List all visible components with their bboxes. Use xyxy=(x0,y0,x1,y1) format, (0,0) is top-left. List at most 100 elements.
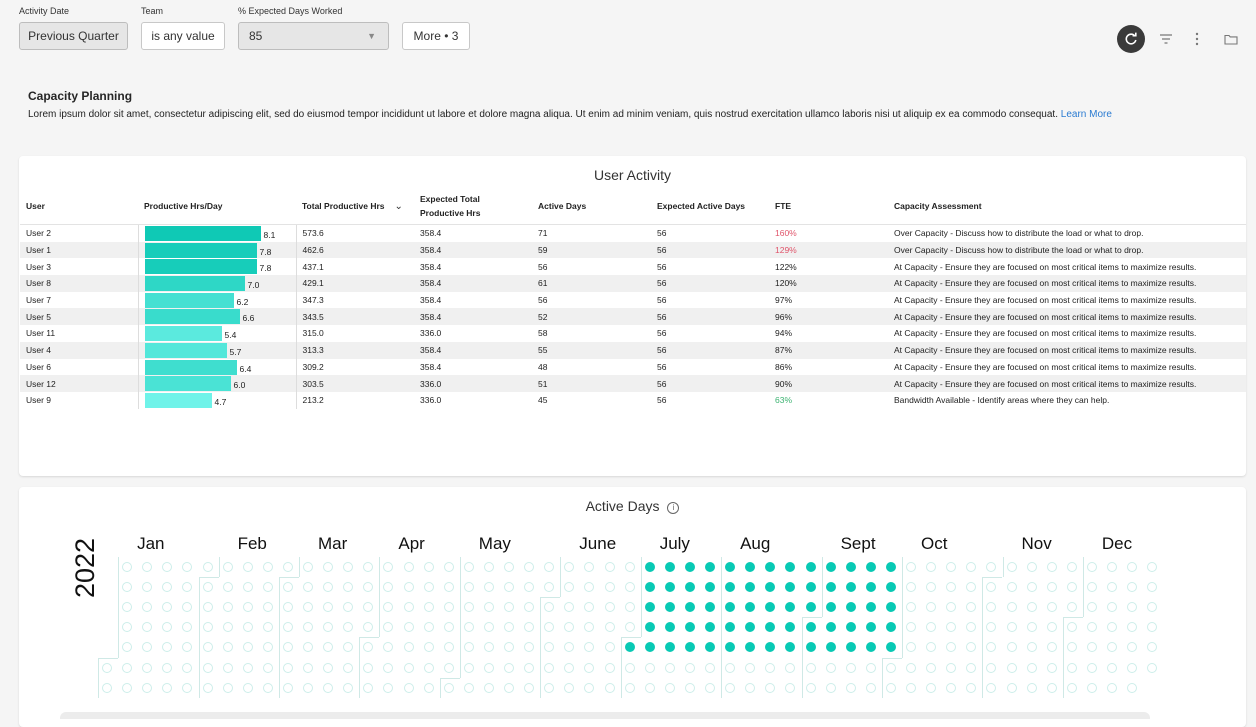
inactive-day-cell[interactable] xyxy=(1046,562,1057,572)
active-day-cell[interactable] xyxy=(825,562,836,572)
inactive-day-cell[interactable] xyxy=(423,622,434,633)
inactive-day-cell[interactable] xyxy=(544,662,555,673)
inactive-day-cell[interactable] xyxy=(684,662,695,673)
inactive-day-cell[interactable] xyxy=(122,682,133,693)
inactive-day-cell[interactable] xyxy=(504,662,514,673)
inactive-day-cell[interactable] xyxy=(1107,562,1117,572)
inactive-day-cell[interactable] xyxy=(463,582,474,593)
inactive-day-cell[interactable] xyxy=(564,662,575,673)
inactive-day-cell[interactable] xyxy=(1066,682,1077,693)
inactive-day-cell[interactable] xyxy=(1006,682,1017,693)
inactive-day-cell[interactable] xyxy=(282,682,293,693)
inactive-day-cell[interactable] xyxy=(1107,682,1117,693)
col-header-expected-active-days[interactable]: Expected Active Days xyxy=(651,188,769,225)
inactive-day-cell[interactable] xyxy=(222,602,233,613)
inactive-day-cell[interactable] xyxy=(1026,582,1037,593)
inactive-day-cell[interactable] xyxy=(644,682,655,693)
inactive-day-cell[interactable] xyxy=(745,662,756,673)
inactive-day-cell[interactable] xyxy=(323,682,334,693)
inactive-day-cell[interactable] xyxy=(1006,642,1017,653)
active-day-cell[interactable] xyxy=(805,602,816,613)
active-day-cell[interactable] xyxy=(664,562,675,572)
inactive-day-cell[interactable] xyxy=(745,682,756,693)
inactive-day-cell[interactable] xyxy=(463,662,474,673)
inactive-day-cell[interactable] xyxy=(202,582,213,593)
refresh-icon[interactable] xyxy=(1117,25,1145,53)
inactive-day-cell[interactable] xyxy=(323,662,334,673)
inactive-day-cell[interactable] xyxy=(604,602,615,613)
inactive-day-cell[interactable] xyxy=(202,662,213,673)
inactive-day-cell[interactable] xyxy=(1046,662,1057,673)
table-row[interactable]: User 8 7.0 429.1 358.4 61 56 120% At Capacity -… xyxy=(20,275,1246,292)
inactive-day-cell[interactable] xyxy=(162,662,173,673)
inactive-day-cell[interactable] xyxy=(202,622,213,633)
active-day-cell[interactable] xyxy=(805,622,816,633)
inactive-day-cell[interactable] xyxy=(906,682,916,693)
activity-date-filter[interactable]: Previous Quarter xyxy=(19,22,128,50)
inactive-day-cell[interactable] xyxy=(463,602,474,613)
inactive-day-cell[interactable] xyxy=(604,642,615,653)
inactive-day-cell[interactable] xyxy=(926,682,937,693)
inactive-day-cell[interactable] xyxy=(282,662,293,673)
active-day-cell[interactable] xyxy=(805,582,816,593)
inactive-day-cell[interactable] xyxy=(624,582,635,593)
inactive-day-cell[interactable] xyxy=(644,662,655,673)
inactive-day-cell[interactable] xyxy=(403,562,414,572)
inactive-day-cell[interactable] xyxy=(524,662,535,673)
inactive-day-cell[interactable] xyxy=(624,562,635,572)
inactive-day-cell[interactable] xyxy=(122,662,133,673)
inactive-day-cell[interactable] xyxy=(1026,622,1037,633)
table-row[interactable]: User 2 8.1 573.6 358.4 71 56 160% Over Capacity… xyxy=(20,224,1246,242)
inactive-day-cell[interactable] xyxy=(1066,582,1077,593)
inactive-day-cell[interactable] xyxy=(403,582,414,593)
inactive-day-cell[interactable] xyxy=(966,662,977,673)
active-day-cell[interactable] xyxy=(805,642,816,653)
info-icon[interactable]: i xyxy=(667,502,680,514)
active-day-cell[interactable] xyxy=(825,622,836,633)
inactive-day-cell[interactable] xyxy=(946,662,957,673)
inactive-day-cell[interactable] xyxy=(604,662,615,673)
inactive-day-cell[interactable] xyxy=(1046,602,1057,613)
inactive-day-cell[interactable] xyxy=(403,642,414,653)
inactive-day-cell[interactable] xyxy=(1046,582,1057,593)
team-filter[interactable]: is any value xyxy=(141,22,225,50)
inactive-day-cell[interactable] xyxy=(443,562,454,572)
inactive-day-cell[interactable] xyxy=(664,662,675,673)
inactive-day-cell[interactable] xyxy=(222,662,233,673)
inactive-day-cell[interactable] xyxy=(1066,602,1077,613)
inactive-day-cell[interactable] xyxy=(624,602,635,613)
inactive-day-cell[interactable] xyxy=(182,682,193,693)
inactive-day-cell[interactable] xyxy=(102,682,112,693)
inactive-day-cell[interactable] xyxy=(242,622,253,633)
inactive-day-cell[interactable] xyxy=(222,622,233,633)
table-row[interactable]: User 12 6.0 303.5 336.0 51 56 90% At Capacity -… xyxy=(20,375,1246,392)
col-header-expected-total[interactable]: Expected Total Productive Hrs xyxy=(414,188,532,225)
table-row[interactable]: User 4 5.7 313.3 358.4 55 56 87% At Capacity - … xyxy=(20,341,1246,359)
inactive-day-cell[interactable] xyxy=(1026,562,1037,572)
inactive-day-cell[interactable] xyxy=(463,682,474,693)
inactive-day-cell[interactable] xyxy=(282,582,293,593)
inactive-day-cell[interactable] xyxy=(684,682,695,693)
inactive-day-cell[interactable] xyxy=(262,582,273,593)
inactive-day-cell[interactable] xyxy=(423,562,434,572)
inactive-day-cell[interactable] xyxy=(242,662,253,673)
inactive-day-cell[interactable] xyxy=(1127,682,1138,693)
inactive-day-cell[interactable] xyxy=(423,602,434,613)
table-row[interactable]: User 11 5.4 315.0 336.0 58 56 94% At Capacity -… xyxy=(20,325,1246,342)
inactive-day-cell[interactable] xyxy=(202,642,213,653)
inactive-day-cell[interactable] xyxy=(222,642,233,653)
active-day-cell[interactable] xyxy=(865,562,876,572)
inactive-day-cell[interactable] xyxy=(242,682,253,693)
inactive-day-cell[interactable] xyxy=(765,682,776,693)
inactive-day-cell[interactable] xyxy=(222,682,233,693)
col-header-active-days[interactable]: Active Days xyxy=(532,188,651,225)
active-day-cell[interactable] xyxy=(684,562,695,572)
inactive-day-cell[interactable] xyxy=(1086,582,1097,593)
col-header-total-productive-hrs[interactable]: Total Productive Hrs ⌄ xyxy=(296,188,414,225)
inactive-day-cell[interactable] xyxy=(1006,562,1017,572)
inactive-day-cell[interactable] xyxy=(483,562,494,572)
active-day-cell[interactable] xyxy=(845,622,856,633)
active-day-cell[interactable] xyxy=(644,562,655,572)
inactive-day-cell[interactable] xyxy=(202,562,213,572)
inactive-day-cell[interactable] xyxy=(564,682,575,693)
